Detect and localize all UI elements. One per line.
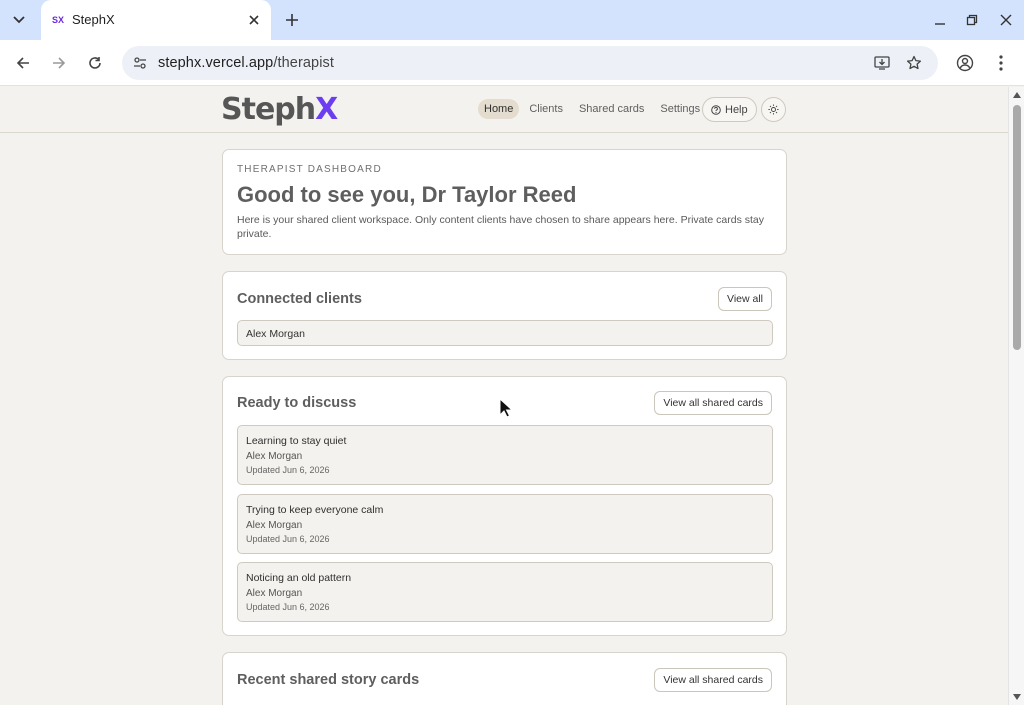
sun-icon xyxy=(768,104,779,115)
discuss-item[interactable]: Learning to stay quiet Alex Morgan Updat… xyxy=(237,425,773,485)
logo-main: Steph xyxy=(221,92,316,127)
scroll-up-arrow-icon[interactable] xyxy=(1013,92,1021,98)
app-header: StephX Home Clients Shared cards Setting… xyxy=(0,87,1008,133)
stephx-logo[interactable]: StephX xyxy=(221,92,338,127)
item-title: Learning to stay quiet xyxy=(246,435,347,447)
site-info-icon[interactable] xyxy=(132,55,148,71)
profile-icon[interactable] xyxy=(954,52,976,74)
item-client: Alex Morgan xyxy=(246,451,303,462)
mouse-cursor-icon xyxy=(499,398,512,418)
client-row[interactable]: Alex Morgan xyxy=(237,320,773,346)
item-title: Noticing an old pattern xyxy=(246,572,352,584)
view-all-shared-cards-button[interactable]: View all shared cards xyxy=(654,668,772,692)
url-host: stephx.vercel.app xyxy=(158,55,274,71)
nav-home[interactable]: Home xyxy=(478,99,520,119)
install-app-icon[interactable] xyxy=(873,54,891,72)
nav-clients[interactable]: Clients xyxy=(523,99,569,119)
browser-tab[interactable]: SX StephX xyxy=(41,0,271,40)
nav-shared-cards[interactable]: Shared cards xyxy=(573,99,650,119)
star-icon[interactable] xyxy=(905,54,923,72)
back-icon[interactable] xyxy=(12,52,34,74)
more-icon[interactable] xyxy=(990,52,1012,74)
plus-icon[interactable] xyxy=(281,9,303,31)
welcome-card: THERAPIST DASHBOARD Good to see you, Dr … xyxy=(222,149,787,255)
logo-accent: X xyxy=(315,92,338,127)
item-date: Updated Jun 6, 2026 xyxy=(246,534,330,544)
scrollbar-thumb[interactable] xyxy=(1013,105,1021,350)
item-client: Alex Morgan xyxy=(246,520,303,531)
recent-story-cards-title: Recent shared story cards xyxy=(237,672,420,688)
address-bar[interactable]: stephx.vercel.app/therapist xyxy=(122,46,938,80)
view-all-shared-cards-button[interactable]: View all shared cards xyxy=(654,391,772,415)
tab-list-icon[interactable] xyxy=(6,9,32,31)
theme-toggle-button[interactable] xyxy=(761,97,786,122)
item-date: Updated Jun 6, 2026 xyxy=(246,465,330,475)
ready-to-discuss-title: Ready to discuss xyxy=(237,395,357,411)
window-close-icon[interactable] xyxy=(996,10,1016,30)
page-scrollbar[interactable] xyxy=(1008,87,1024,705)
connected-clients-card: Connected clients View all Alex Morgan xyxy=(222,271,787,360)
help-circle-icon xyxy=(711,104,721,115)
close-icon[interactable] xyxy=(246,12,262,28)
browser-toolbar: stephx.vercel.app/therapist xyxy=(0,40,1024,86)
minimize-icon[interactable] xyxy=(930,10,950,30)
item-title: Trying to keep everyone calm xyxy=(246,504,384,516)
scroll-down-arrow-icon[interactable] xyxy=(1013,694,1021,700)
connected-clients-title: Connected clients xyxy=(237,291,362,307)
forward-icon[interactable] xyxy=(48,52,70,74)
restore-icon[interactable] xyxy=(962,10,982,30)
tab-title: StephX xyxy=(72,12,115,27)
help-label: Help xyxy=(725,103,748,116)
dashboard-eyebrow: THERAPIST DASHBOARD xyxy=(237,164,382,175)
page-title: Good to see you, Dr Taylor Reed xyxy=(237,182,577,207)
reload-icon[interactable] xyxy=(84,52,106,74)
nav-settings[interactable]: Settings xyxy=(654,99,706,119)
welcome-description: Here is your shared client workspace. On… xyxy=(237,214,765,240)
discuss-item[interactable]: Trying to keep everyone calm Alex Morgan… xyxy=(237,494,773,554)
stephx-favicon-icon: SX xyxy=(51,15,64,25)
item-date: Updated Jun 6, 2026 xyxy=(246,602,330,612)
url-text[interactable]: stephx.vercel.app/therapist xyxy=(158,55,334,71)
recent-story-cards-card: Recent shared story cards View all share… xyxy=(222,652,787,705)
main-nav: Home Clients Shared cards Settings xyxy=(478,99,710,119)
url-path: /therapist xyxy=(273,55,335,71)
view-all-clients-button[interactable]: View all xyxy=(718,287,772,311)
discuss-item[interactable]: Noticing an old pattern Alex Morgan Upda… xyxy=(237,562,773,622)
item-client: Alex Morgan xyxy=(246,588,303,599)
help-button[interactable]: Help xyxy=(702,97,757,122)
browser-tabstrip: SX StephX xyxy=(0,0,1024,40)
